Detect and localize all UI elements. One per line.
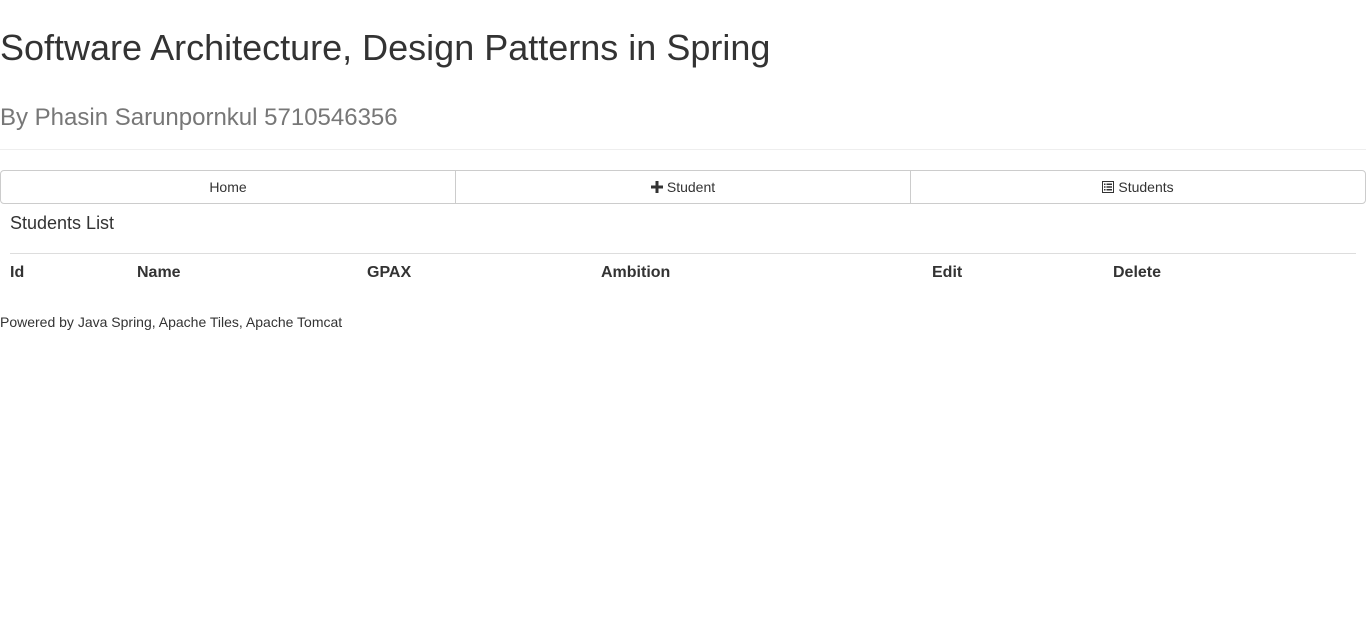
table-header-row: Id Name GPAX Ambition Edit Delete [10,254,1356,293]
students-table: Id Name GPAX Ambition Edit Delete [10,253,1356,292]
home-button-label: Home [209,179,247,195]
add-student-button-label: Student [666,179,716,195]
page-header: Software Architecture, Design Patterns i… [0,0,1366,150]
students-button[interactable]: Students [910,170,1366,204]
column-header-name: Name [137,264,181,281]
nav-button-group: Home Student Students [0,170,1366,204]
list-icon [1102,181,1115,193]
column-header-edit: Edit [932,264,963,281]
column-header-ambition: Ambition [601,264,671,281]
home-button[interactable]: Home [0,170,456,204]
students-button-label: Students [1118,179,1174,195]
page-title: Software Architecture, Design Patterns i… [0,27,771,68]
column-header-id: Id [10,264,25,281]
footer-text: Powered by Java Spring, Apache Tiles, Ap… [0,314,343,330]
page-subtitle: By Phasin Sarunpornkul 5710546356 [0,104,398,131]
plus-icon [650,181,663,193]
column-header-delete: Delete [1113,264,1162,281]
add-student-button[interactable]: Student [455,170,911,204]
section-title: Students List [10,213,115,233]
column-header-gpax: GPAX [367,264,412,281]
